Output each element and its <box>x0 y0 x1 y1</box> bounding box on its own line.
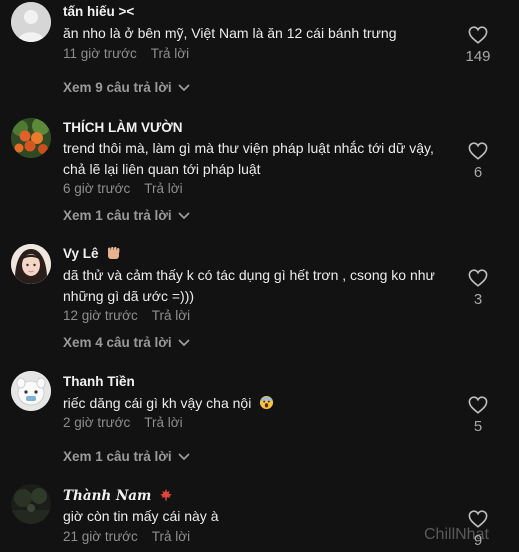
comment-author-label: Thành Nam <box>63 488 152 504</box>
like-button[interactable]: 5 <box>458 396 498 435</box>
avatar[interactable] <box>11 484 51 524</box>
view-replies-button[interactable]: Xem 9 câu trả lời <box>63 80 190 95</box>
like-button[interactable]: 3 <box>458 269 498 308</box>
reply-button[interactable]: Trả lời <box>152 308 190 323</box>
watermark: ChillNhat <box>424 526 489 543</box>
avatar[interactable] <box>11 244 51 284</box>
view-replies-label: Xem 1 câu trả lời <box>63 449 172 464</box>
comment-text: dã thử và cảm thấy k có tác dụng gì hết … <box>63 267 435 304</box>
comment-item: THÍCH LÀM VƯỜN trend thôi mà, làm gì mà … <box>0 115 519 230</box>
view-replies-label: Xem 9 câu trả lời <box>63 80 172 95</box>
like-button[interactable]: 149 <box>458 26 498 65</box>
view-replies-label: Xem 4 câu trả lời <box>63 335 172 350</box>
chevron-down-icon <box>178 339 190 346</box>
comment-time: 6 giờ trước <box>63 181 131 196</box>
chevron-down-icon <box>178 453 190 460</box>
like-button[interactable]: 6 <box>458 142 498 181</box>
comment-time: 2 giờ trước <box>63 415 131 430</box>
comment-time: 21 giờ trước <box>63 529 138 544</box>
cartoon-avatar-icon <box>11 371 51 411</box>
comment-item: Vy Lê dã thử và cảm thấy k có tác dụng g… <box>0 242 519 357</box>
comment-time: 11 giờ trước <box>63 46 137 61</box>
dark-scene-avatar-icon <box>11 484 51 524</box>
comment-meta: 6 giờ trước Trả lời <box>63 181 183 196</box>
chevron-down-icon <box>178 84 190 91</box>
avatar[interactable] <box>11 371 51 411</box>
heart-icon <box>468 26 488 44</box>
comment-author-label: Vy Lê <box>63 246 99 261</box>
view-replies-button[interactable]: Xem 1 câu trả lời <box>63 449 190 464</box>
comment-item: tấn hiếu >< ăn nho là ở bên mỹ, Việt Nam… <box>0 0 519 110</box>
comment-meta: 12 giờ trước Trả lời <box>63 308 190 323</box>
comment-text-label: riếc dăng cái gì kh vậy cha nội <box>63 395 252 411</box>
reply-button[interactable]: Trả lời <box>144 415 182 430</box>
comment-author[interactable]: Vy Lê <box>63 246 121 261</box>
comment-text: ăn nho là ở bên mỹ, Việt Nam là ăn 12 cá… <box>63 25 397 41</box>
avatar[interactable] <box>11 118 51 158</box>
comment-meta: 2 giờ trước Trả lời <box>63 415 183 430</box>
maple-leaf-emoji-icon <box>160 488 172 501</box>
reply-button[interactable]: Trả lời <box>152 529 190 544</box>
comment-text: giờ còn tin mấy cái này à <box>63 508 219 524</box>
heart-icon <box>468 396 488 414</box>
avatar[interactable] <box>11 2 51 42</box>
view-replies-button[interactable]: Xem 4 câu trả lời <box>63 335 190 350</box>
fruit-tree-avatar-icon <box>11 118 51 158</box>
view-replies-button[interactable]: Xem 1 câu trả lời <box>63 208 190 223</box>
comment-text: trend thôi mà, làm gì mà thư viện pháp l… <box>63 140 434 177</box>
like-count: 6 <box>473 164 483 181</box>
chevron-down-icon <box>178 212 190 219</box>
comment-author[interactable]: Thành Nam <box>63 488 173 504</box>
comment-author[interactable]: THÍCH LÀM VƯỜN <box>63 120 182 135</box>
comment-author[interactable]: tấn hiếu >< <box>63 4 134 19</box>
like-count: 149 <box>465 48 491 65</box>
heart-icon <box>468 142 488 160</box>
screaming-face-emoji-icon <box>260 395 274 410</box>
comment-author[interactable]: Thanh Tiền <box>63 374 135 389</box>
profile-photo-icon <box>11 244 51 284</box>
comment-meta: 11 giờ trước Trả lời <box>63 46 189 61</box>
reply-button[interactable]: Trả lời <box>144 181 182 196</box>
reply-button[interactable]: Trả lời <box>151 46 189 61</box>
like-count: 5 <box>473 418 483 435</box>
comment-meta: 21 giờ trước Trả lời <box>63 529 190 544</box>
raised-fist-emoji-icon <box>108 247 120 259</box>
like-count: 3 <box>473 291 483 308</box>
comment-text: riếc dăng cái gì kh vậy cha nội <box>63 393 453 414</box>
view-replies-label: Xem 1 câu trả lời <box>63 208 172 223</box>
default-avatar-icon <box>11 2 51 42</box>
comment-time: 12 giờ trước <box>63 308 138 323</box>
heart-icon <box>468 269 488 287</box>
comment-item: Thanh Tiền riếc dăng cái gì kh vậy cha n… <box>0 370 519 470</box>
